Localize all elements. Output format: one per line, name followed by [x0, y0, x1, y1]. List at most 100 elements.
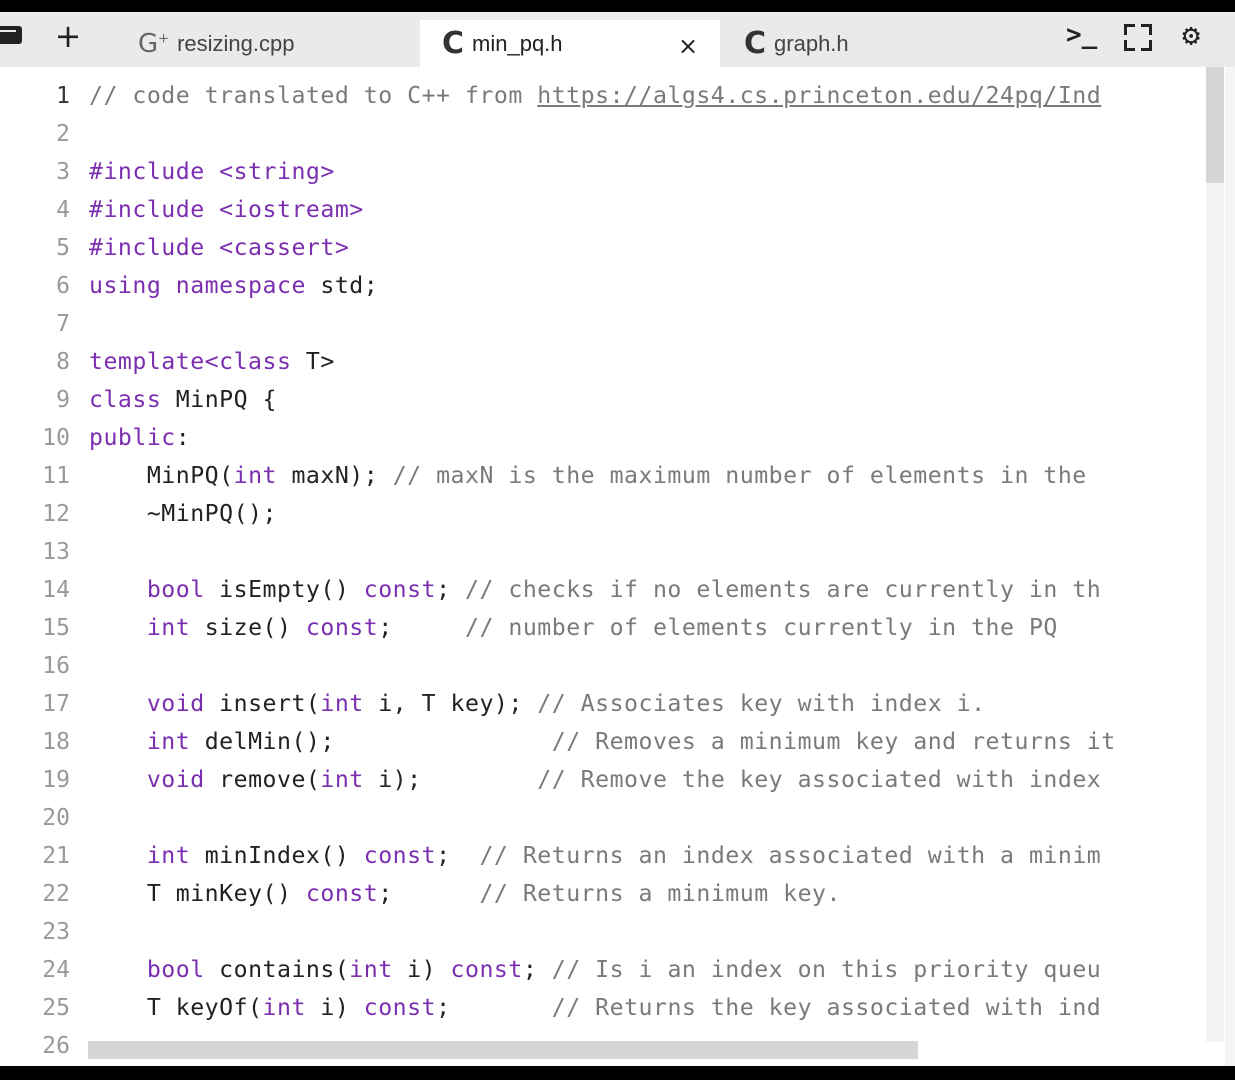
- code-token: #include <iostream>: [89, 196, 364, 223]
- code-token: :: [175, 424, 191, 451]
- code-line[interactable]: template<class T>: [89, 343, 335, 381]
- code-line[interactable]: int delMin(); // Removes a minimum key a…: [89, 723, 1116, 761]
- ide-window: + G+ resizing.cpp C min_pq.h × C graph.h…: [0, 12, 1235, 1066]
- code-token: int: [233, 462, 277, 489]
- line-number: 17: [42, 691, 70, 717]
- line-number: 22: [42, 881, 70, 907]
- line-number: 18: [42, 729, 70, 755]
- fullscreen-icon[interactable]: [1124, 20, 1154, 56]
- code-token: int: [146, 728, 191, 755]
- code-token: contains(: [204, 956, 350, 983]
- line-number: 6: [56, 273, 70, 299]
- code-token: T>: [291, 348, 335, 375]
- c-file-icon: C: [744, 26, 767, 61]
- settings-gear-icon[interactable]: ⚙: [1182, 18, 1200, 54]
- code-line[interactable]: #include <cassert>: [89, 229, 349, 267]
- code-token: insert(: [204, 690, 321, 717]
- code-token: ~MinPQ();: [89, 500, 277, 527]
- line-number: 26: [42, 1033, 70, 1059]
- line-number: 3: [56, 159, 70, 185]
- line-number: 12: [42, 501, 70, 527]
- code-token: // Removes a minimum key and returns it: [551, 728, 1116, 755]
- line-number: 21: [42, 843, 70, 869]
- code-line[interactable]: T minKey() const; // Returns a minimum k…: [89, 875, 841, 913]
- code-line[interactable]: bool isEmpty() const; // checks if no el…: [89, 571, 1101, 609]
- line-number: 4: [56, 197, 70, 223]
- line-number: 14: [42, 577, 70, 603]
- code-token: void: [146, 690, 205, 717]
- code-line[interactable]: void remove(int i); // Remove the key as…: [89, 761, 1101, 799]
- line-number: 8: [56, 349, 70, 375]
- line-number: 5: [56, 235, 70, 261]
- line-number: 20: [42, 805, 70, 831]
- tab-label: graph.h: [774, 30, 849, 56]
- code-token: public: [89, 424, 176, 451]
- code-line[interactable]: // code translated to C++ from https://a…: [89, 77, 1101, 115]
- line-number: 16: [42, 653, 70, 679]
- horizontal-scrollbar-thumb[interactable]: [88, 1041, 918, 1059]
- code-token: int: [262, 994, 306, 1021]
- code-line[interactable]: using namespace std;: [89, 267, 378, 305]
- code-line[interactable]: void insert(int i, T key); // Associates…: [89, 685, 986, 723]
- tab-label: min_pq.h: [472, 30, 563, 56]
- code-token: i);: [363, 766, 538, 793]
- tab-resizing-cpp[interactable]: G+ resizing.cpp: [118, 20, 428, 67]
- code-token: T keyOf(: [89, 994, 263, 1021]
- add-tab-button[interactable]: +: [52, 18, 84, 54]
- vertical-scrollbar-thumb[interactable]: [1206, 67, 1224, 183]
- code-line[interactable]: ~MinPQ();: [89, 495, 277, 533]
- code-token: std;: [305, 272, 379, 299]
- code-token: bool: [146, 956, 205, 983]
- panel-toggle-icon[interactable]: [0, 26, 22, 44]
- line-number: 9: [56, 387, 70, 413]
- code-token: int: [146, 842, 191, 869]
- code-token: const: [305, 880, 379, 907]
- vertical-scrollbar-track[interactable]: [1206, 67, 1224, 1042]
- code-token: #include <string>: [89, 158, 335, 185]
- code-token: ;: [436, 842, 480, 869]
- code-token: // Is i an index on this priority queu: [551, 956, 1102, 983]
- code-line[interactable]: #include <string>: [89, 153, 335, 191]
- terminal-icon[interactable]: >_: [1066, 20, 1097, 56]
- close-tab-icon[interactable]: ×: [678, 32, 698, 60]
- code-token: i): [392, 956, 451, 983]
- code-line[interactable]: T keyOf(int i) const; // Returns the key…: [89, 989, 1101, 1027]
- tab-graph-h[interactable]: C graph.h: [722, 20, 1032, 67]
- code-token: ;: [522, 956, 552, 983]
- code-token: remove(: [204, 766, 321, 793]
- code-token: const: [450, 956, 523, 983]
- code-token: #include <cassert>: [89, 234, 350, 261]
- code-token: int: [146, 614, 191, 641]
- code-editor[interactable]: 1 2 3 4 5 6 7 8 9 10 11 12 13 14 15 16 17 18 19 20 21 22 23 24 2…: [0, 67, 1225, 1066]
- code-token: class: [89, 386, 162, 413]
- line-number: 13: [42, 539, 70, 565]
- code-token: int: [320, 690, 364, 717]
- code-token: // Remove the key associated with index: [537, 766, 1102, 793]
- line-number-gutter: 1 2 3 4 5 6 7 8 9 10 11 12 13 14 15 16 17 18 19 20 21 22 23 24 2…: [0, 67, 80, 1066]
- code-line[interactable]: #include <iostream>: [89, 191, 364, 229]
- code-line[interactable]: int minIndex() const; // Returns an inde…: [89, 837, 1101, 875]
- code-token: minIndex(): [190, 842, 364, 869]
- code-line[interactable]: class MinPQ {: [89, 381, 277, 419]
- code-token: T minKey(): [89, 880, 306, 907]
- tab-min-pq-h[interactable]: C min_pq.h: [420, 20, 720, 67]
- code-token: const: [363, 842, 437, 869]
- code-token: MinPQ(: [89, 462, 234, 489]
- code-token: void: [146, 766, 205, 793]
- code-token: // number of elements currently in the P…: [465, 614, 1058, 641]
- line-number: 11: [42, 463, 70, 489]
- code-token: MinPQ {: [161, 386, 277, 413]
- code-line[interactable]: bool contains(int i) const; // Is i an i…: [89, 951, 1101, 989]
- code-token: // code translated to C++ from: [89, 82, 538, 109]
- code-line[interactable]: MinPQ(int maxN); // maxN is the maximum …: [89, 457, 1087, 495]
- code-line[interactable]: int size() const; // number of elements …: [89, 609, 1058, 647]
- code-token: template<class: [89, 348, 292, 375]
- code-line[interactable]: public:: [89, 419, 190, 457]
